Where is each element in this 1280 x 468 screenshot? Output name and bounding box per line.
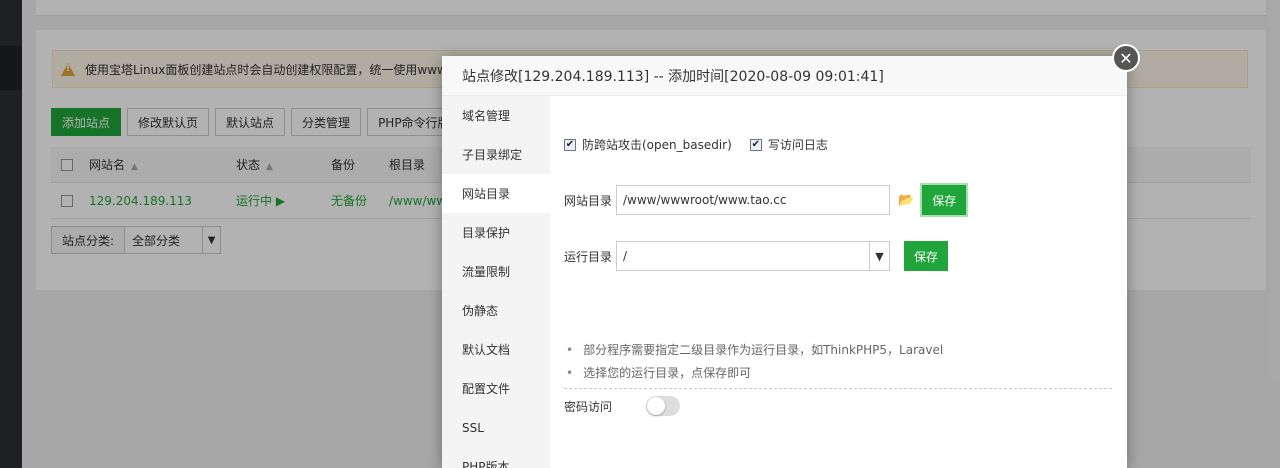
run-dir-row: 运行目录 / ▼ 保存 [564, 241, 949, 271]
site-dir-row: 网站目录 /www/wwwroot/www.tao.cc 📂 保存 [564, 183, 969, 217]
dialog-body: 域名管理 子目录绑定 网站目录 目录保护 流量限制 伪静态 默认文档 配置文件 … [442, 96, 1127, 468]
run-dir-value: / [623, 249, 628, 263]
password-access-row: 密码访问 [564, 396, 681, 416]
dialog-title: 站点修改[129.204.189.113] -- 添加时间[2020-08-09… [442, 56, 1127, 96]
close-icon: ✕ [1119, 48, 1133, 68]
folder-open-icon[interactable]: 📂 [898, 193, 914, 208]
menu-dir-protection[interactable]: 目录保护 [442, 213, 550, 252]
tip-item: 部分程序需要指定二级目录作为运行目录，如ThinkPHP5，Laravel [564, 338, 1112, 361]
menu-default-doc[interactable]: 默认文档 [442, 330, 550, 369]
open-basedir-checkbox[interactable]: ✔ [564, 138, 576, 151]
tips-list: 部分程序需要指定二级目录作为运行目录，如ThinkPHP5，Laravel 选择… [564, 338, 1112, 389]
site-edit-dialog: 站点修改[129.204.189.113] -- 添加时间[2020-08-09… [442, 56, 1127, 468]
run-dir-select[interactable]: / ▼ [616, 241, 890, 271]
open-basedir-label[interactable]: 防跨站攻击(open_basedir) [582, 136, 732, 153]
dialog-menu: 域名管理 子目录绑定 网站目录 目录保护 流量限制 伪静态 默认文档 配置文件 … [442, 96, 550, 468]
tip-item: 选择您的运行目录，点保存即可 [564, 361, 1112, 384]
password-access-label: 密码访问 [564, 399, 613, 414]
menu-ssl[interactable]: SSL [442, 408, 550, 447]
menu-config-file[interactable]: 配置文件 [442, 369, 550, 408]
menu-domain-manage[interactable]: 域名管理 [442, 96, 550, 135]
save-site-dir-button[interactable]: 保存 [920, 183, 969, 217]
site-dir-input[interactable]: /www/wwwroot/www.tao.cc [616, 185, 890, 215]
toggle-knob [647, 397, 666, 415]
menu-traffic-limit[interactable]: 流量限制 [442, 252, 550, 291]
access-log-checkbox[interactable]: ✔ [749, 138, 762, 151]
menu-php-version[interactable]: PHP版本 [442, 447, 550, 468]
access-log-label[interactable]: 写访问日志 [768, 136, 828, 153]
site-dir-label: 网站目录 [564, 193, 613, 208]
close-dialog-button[interactable]: ✕ [1112, 44, 1140, 72]
save-run-dir-button[interactable]: 保存 [904, 241, 949, 271]
menu-rewrite[interactable]: 伪静态 [442, 291, 550, 330]
menu-subdir-binding[interactable]: 子目录绑定 [442, 135, 550, 174]
password-access-toggle[interactable] [646, 396, 681, 416]
site-directory-panel: ✔ 防跨站攻击(open_basedir) ✔ 写访问日志 网站目录 /www/… [550, 96, 1127, 468]
chevron-down-icon: ▼ [869, 242, 889, 270]
menu-site-directory[interactable]: 网站目录 [442, 174, 550, 213]
run-dir-label: 运行目录 [564, 249, 613, 264]
options-row: ✔ 防跨站攻击(open_basedir) ✔ 写访问日志 [564, 136, 846, 153]
